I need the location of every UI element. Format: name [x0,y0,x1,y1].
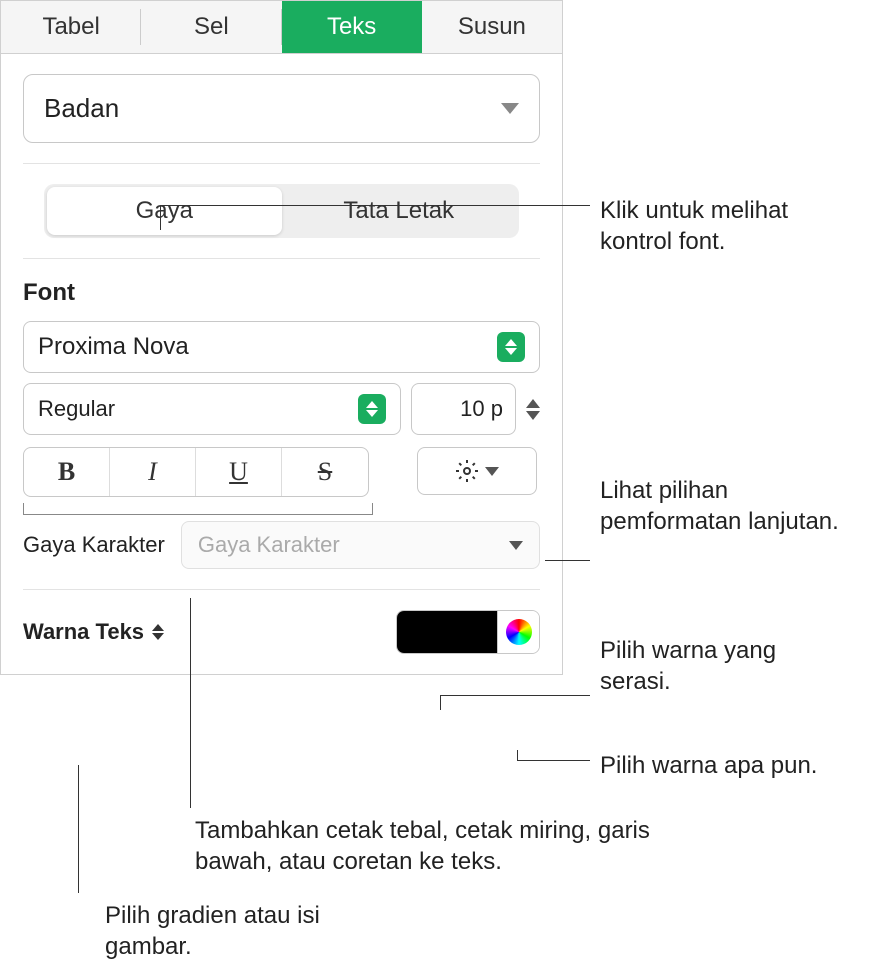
color-well-button[interactable] [397,611,497,653]
chevron-down-icon [501,103,519,114]
font-size-field[interactable]: 10 p [411,383,516,435]
gear-icon [455,459,479,483]
inspector-content: Badan Gaya Tata Letak Font Proxima Nova … [1,54,562,674]
character-style-select[interactable]: Gaya Karakter [181,521,540,569]
divider [23,589,540,590]
callout-font-controls: Klik untuk melihat kontrol font. [600,195,850,257]
callout-bius: Tambahkan cetak tebal, cetak miring, gar… [195,815,655,877]
font-weight-size-row: Regular 10 p [23,383,540,435]
divider [23,258,540,259]
segment-gaya[interactable]: Gaya [47,187,282,235]
select-arrows-icon [497,332,525,362]
color-picker-button[interactable] [497,611,539,653]
callout-gradient: Pilih gradien atau isi gambar. [105,900,365,962]
callout-line [440,695,441,710]
font-family-value: Proxima Nova [38,333,189,361]
font-section-label: Font [23,279,540,307]
strikethrough-button[interactable]: S [282,448,368,496]
font-weight-select[interactable]: Regular [23,383,401,435]
callout-line [517,760,590,761]
bold-button[interactable]: B [24,448,110,496]
tab-susun[interactable]: Susun [422,1,562,53]
paragraph-style-select[interactable]: Badan [23,74,540,143]
style-layout-segmented: Gaya Tata Letak [44,184,519,238]
text-color-label: Warna Teks [23,619,144,645]
italic-button[interactable]: I [110,448,196,496]
tab-sel[interactable]: Sel [141,1,281,53]
underline-button[interactable]: U [196,448,282,496]
text-style-group: B I U S [23,447,369,497]
advanced-options-button[interactable] [417,447,537,495]
callout-advanced: Lihat pilihan pemformatan lanjutan. [600,475,850,537]
character-style-row: Gaya Karakter Gaya Karakter [23,521,540,569]
callout-line [517,750,518,760]
bracket-indicator [23,503,373,515]
inspector-tabs: Tabel Sel Teks Susun [1,1,562,54]
text-color-label-button[interactable]: Warna Teks [23,619,164,645]
tab-teks[interactable]: Teks [282,1,422,53]
paragraph-style-value: Badan [44,93,119,124]
callout-line [545,560,590,561]
divider [23,163,540,164]
color-wheel-icon [506,619,532,645]
callout-matching-color: Pilih warna yang serasi. [600,635,850,697]
callout-any-color: Pilih warna apa pun. [600,750,870,781]
segment-tata-letak[interactable]: Tata Letak [282,187,517,235]
font-weight-value: Regular [38,396,115,422]
format-buttons-row: B I U S [23,447,540,497]
text-color-row: Warna Teks [23,610,540,654]
font-size-stepper[interactable] [526,383,540,435]
callout-line [78,765,79,893]
stepper-up-icon[interactable] [526,399,540,408]
character-style-label: Gaya Karakter [23,532,165,558]
callout-line [160,205,161,230]
chevron-down-icon [485,467,499,476]
callout-line [190,598,191,808]
callout-line [160,205,590,206]
tab-tabel[interactable]: Tabel [1,1,141,53]
updown-arrows-icon [152,624,164,640]
chevron-down-icon [509,541,523,550]
character-style-placeholder: Gaya Karakter [198,532,340,558]
format-inspector-panel: Tabel Sel Teks Susun Badan Gaya Tata Let… [0,0,563,675]
font-size-value: 10 p [460,396,503,422]
select-arrows-icon [358,394,386,424]
font-family-select[interactable]: Proxima Nova [23,321,540,373]
stepper-down-icon[interactable] [526,411,540,420]
callout-line [440,695,590,696]
color-wells [396,610,540,654]
